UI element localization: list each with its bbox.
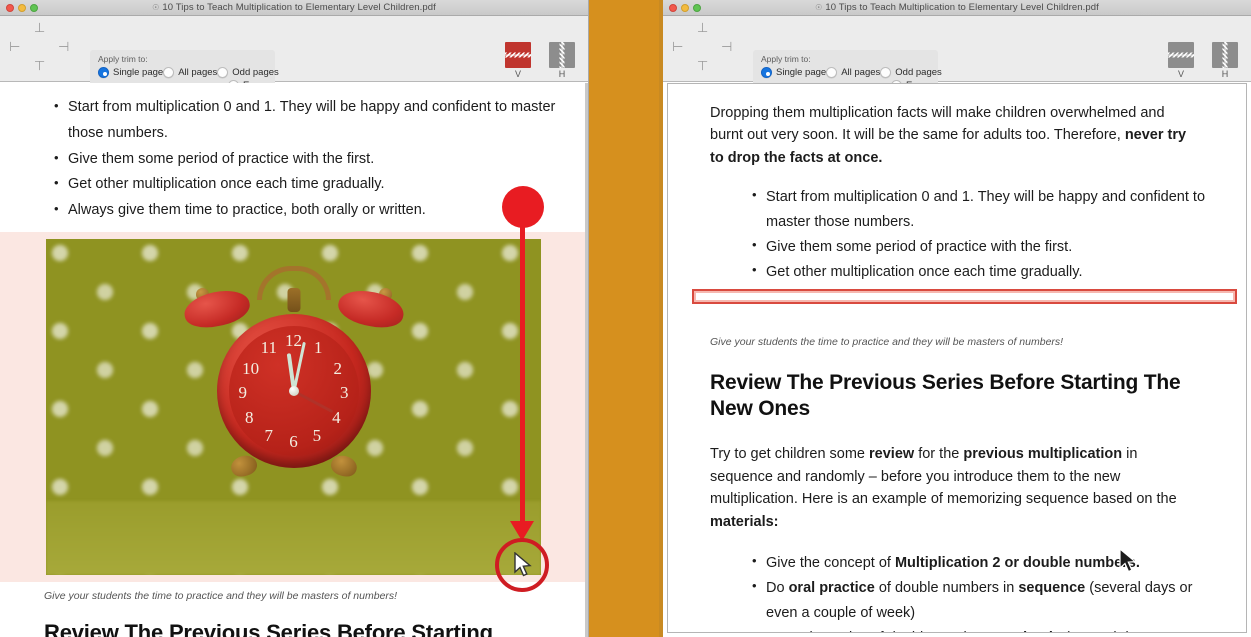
right-split-buttons[interactable]: V H [1167,42,1239,79]
apply-trim-label: Apply trim to: [98,54,267,64]
document-icon: ☉ [815,3,822,12]
right-trim-margin-controls[interactable]: ⊥ ⊤ ⊢ ⊣ [663,20,747,78]
li-seg: Do oral practice of double numbers [766,630,996,633]
li-seg: of double numbers in [875,580,1018,596]
list-item: Start from multiplication 0 and 1. They … [48,95,557,147]
list-item: Give the concept of Multiplication 2 or … [746,551,1224,576]
left-window-title-text: 10 Tips to Teach Multiplication to Eleme… [162,2,435,13]
trim-left-icon[interactable]: ⊢ [672,41,683,54]
para-seg: Try to get children some [710,446,869,462]
right-window-titlebar[interactable]: ☉10 Tips to Teach Multiplication to Elem… [663,0,1251,16]
trim-bottom-icon[interactable]: ⊤ [34,60,45,73]
left-image-band: 12 1 2 3 4 5 6 7 8 9 10 [0,232,585,582]
para-seg-bold: previous multiplication [963,446,1122,462]
li-seg-bold: oral practice [789,580,875,596]
document-icon: ☉ [152,3,159,12]
trimmed-image-strip[interactable] [692,289,1237,304]
split-vertical-label: V [1167,69,1195,79]
right-toolbar[interactable]: ⊥ ⊤ ⊢ ⊣ Apply trim to: Single page All p… [663,16,1251,82]
list-item: Start from multiplication 0 and 1. They … [746,185,1216,235]
radio-dot-all-pages[interactable] [163,67,174,78]
radio-dot-odd-pages[interactable] [217,67,228,78]
radio-label-all-pages: All pages [178,67,217,78]
list-item: Do oral practice of double numbers in se… [746,576,1224,626]
split-horizontal-button[interactable]: H [1211,42,1239,79]
right-document-view[interactable]: Dropping them multiplication facts will … [667,83,1247,633]
trim-top-icon[interactable]: ⊥ [34,22,45,35]
list-item: Give them some period of practice with t… [48,147,557,173]
apply-trim-label: Apply trim to: [761,54,930,64]
intro-text-regular: Dropping them multiplication facts will … [710,105,1165,143]
radio-all-pages[interactable]: All pages [163,67,217,78]
left-window-titlebar[interactable]: ☉10 Tips to Teach Multiplication to Elem… [0,0,588,16]
split-vertical-label: V [504,69,532,79]
radio-label-single-page: Single page [776,67,826,78]
split-horizontal-icon[interactable] [1212,42,1238,68]
radio-label-odd-pages: Odd pages [895,67,941,78]
left-bullet-list: Start from multiplication 0 and 1. They … [48,95,557,224]
split-vertical-button[interactable]: V [1167,42,1195,79]
left-section-heading: Review The Previous Series Before Starti… [44,620,515,637]
right-intro-paragraph: Dropping them multiplication facts will … [710,102,1200,169]
trim-bottom-icon[interactable]: ⊤ [697,60,708,73]
left-window-right-edge [585,83,588,637]
left-pdf-window[interactable]: ☉10 Tips to Teach Multiplication to Elem… [0,0,588,637]
trim-right-icon[interactable]: ⊣ [721,41,732,54]
para-seg-bold: review [869,446,914,462]
li-seg-bold: Multiplication 2 or double numbers. [895,555,1140,571]
right-document-page: Dropping them multiplication facts will … [668,84,1246,633]
list-item: Give them some period of practice with t… [746,235,1216,260]
radio-dot-single-page[interactable] [98,67,109,78]
radio-dot-single-page[interactable] [761,67,772,78]
list-item: Do oral practice of double numbers rando… [746,626,1224,633]
radio-single-page[interactable]: Single page [761,67,826,78]
alarm-clock-image: 12 1 2 3 4 5 6 7 8 9 10 [46,239,541,575]
split-vertical-icon[interactable] [505,42,531,68]
split-vertical-button[interactable]: V [504,42,532,79]
list-item: Get other multiplication once each time … [746,260,1216,285]
right-materials-list: Give the concept of Multiplication 2 or … [746,551,1224,633]
split-vertical-icon[interactable] [1168,42,1194,68]
split-horizontal-label: H [548,69,576,79]
trim-left-icon[interactable]: ⊢ [9,41,20,54]
radio-odd-pages[interactable]: Odd pages [217,67,278,78]
list-item: Get other multiplication once each time … [48,172,557,198]
para-seg-bold: materials: [710,514,779,530]
radio-label-odd-pages: Odd pages [232,67,278,78]
right-section-heading: Review The Previous Series Before Starti… [710,370,1200,421]
li-seg-bold: randomly [996,630,1061,633]
li-seg: Give the concept of [766,555,895,571]
left-window-title: ☉10 Tips to Teach Multiplication to Elem… [0,2,588,13]
left-split-buttons[interactable]: V H [504,42,576,79]
left-document-page: Start from multiplication 0 and 1. They … [0,83,585,637]
left-toolbar[interactable]: ⊥ ⊤ ⊢ ⊣ Apply trim to: Single page All p… [0,16,588,82]
radio-dot-odd-pages[interactable] [880,67,891,78]
mouse-cursor-icon [1118,548,1138,574]
right-image-caption: Give your students the time to practice … [710,336,1246,348]
split-horizontal-button[interactable]: H [548,42,576,79]
list-item: Always give them time to practice, both … [48,198,557,224]
left-trim-margin-controls[interactable]: ⊥ ⊤ ⊢ ⊣ [0,20,84,78]
li-seg-bold: sequence [1018,580,1085,596]
trim-right-icon[interactable]: ⊣ [58,41,69,54]
radio-label-single-page: Single page [113,67,163,78]
split-horizontal-icon[interactable] [549,42,575,68]
li-seg: Do [766,580,789,596]
radio-odd-pages[interactable]: Odd pages [880,67,941,78]
right-pdf-window[interactable]: ☉10 Tips to Teach Multiplication to Elem… [663,0,1251,637]
right-body-paragraph: Try to get children some review for the … [710,443,1178,533]
radio-label-all-pages: All pages [841,67,880,78]
para-seg: for the [914,446,963,462]
left-document-view[interactable]: Start from multiplication 0 and 1. They … [0,83,585,637]
radio-dot-all-pages[interactable] [826,67,837,78]
radio-single-page[interactable]: Single page [98,67,163,78]
trim-top-icon[interactable]: ⊥ [697,22,708,35]
right-window-title: ☉10 Tips to Teach Multiplication to Elem… [663,2,1251,13]
split-horizontal-label: H [1211,69,1239,79]
right-window-title-text: 10 Tips to Teach Multiplication to Eleme… [825,2,1098,13]
left-image-caption: Give your students the time to practice … [44,590,585,602]
radio-all-pages[interactable]: All pages [826,67,880,78]
